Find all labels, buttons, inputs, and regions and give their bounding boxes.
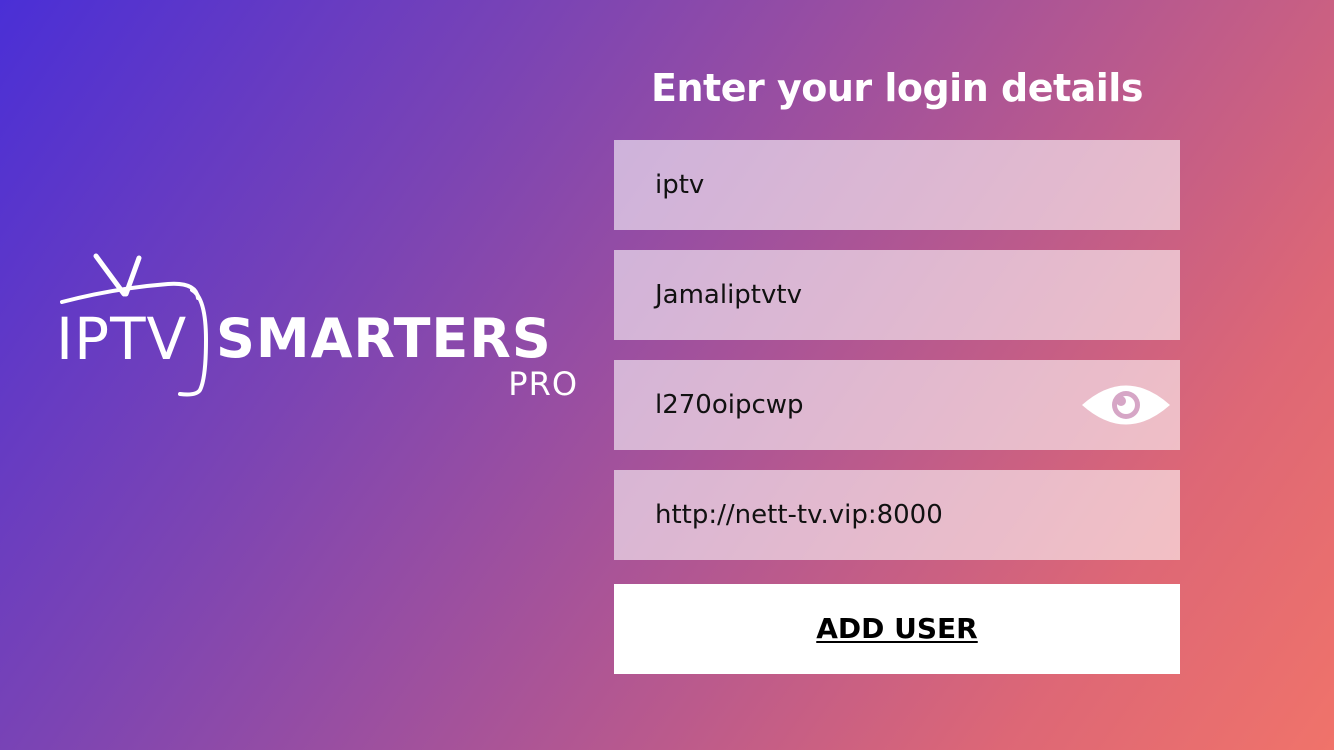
password-field[interactable]: l270oipcwp: [614, 360, 1180, 450]
server-url-field[interactable]: http://nett-tv.vip:8000: [614, 470, 1180, 560]
logo-iptv-text: IPTV: [56, 305, 188, 373]
add-user-button[interactable]: ADD USER: [614, 584, 1180, 674]
login-title: Enter your login details: [651, 66, 1143, 110]
username-value: iptv: [655, 170, 705, 200]
eye-icon[interactable]: [1080, 382, 1172, 428]
password-value: l270oipcwp: [655, 390, 804, 420]
logo-pro-text: PRO: [508, 365, 578, 403]
server-url-value: http://nett-tv.vip:8000: [655, 500, 943, 530]
username-field[interactable]: iptv: [614, 140, 1180, 230]
logo-smarters-text: SMARTERS: [216, 307, 552, 370]
iptv-smarters-pro-logo: IPTV SMARTERS PRO: [56, 250, 586, 410]
name-value: Jamaliptvtv: [655, 280, 802, 310]
name-field[interactable]: Jamaliptvtv: [614, 250, 1180, 340]
